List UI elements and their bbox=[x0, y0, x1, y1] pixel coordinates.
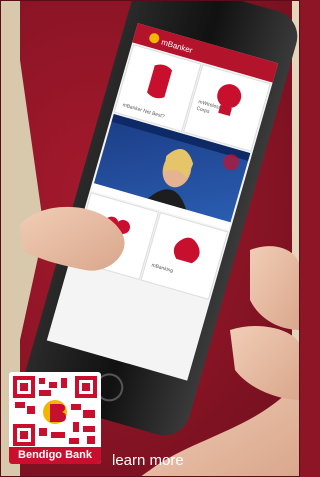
bank-name-label: Bendigo Bank bbox=[9, 447, 101, 464]
qr-code-icon bbox=[13, 376, 97, 446]
finger-right bbox=[250, 246, 300, 330]
learn-more-link[interactable]: learn more bbox=[112, 452, 184, 469]
photo-frame: mBanker mBanker Net Best? mWireless Corp… bbox=[0, 0, 300, 477]
qr-code-card[interactable]: Bendigo Bank bbox=[9, 372, 101, 464]
finger-lower bbox=[230, 325, 300, 400]
